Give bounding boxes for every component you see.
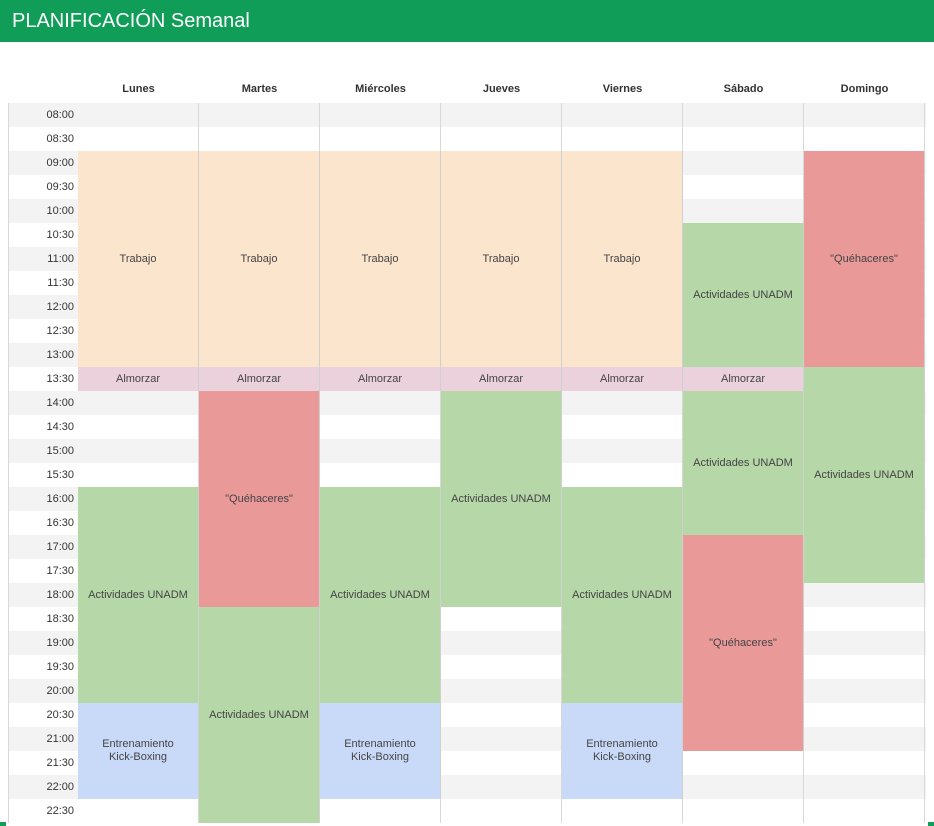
day-header-6: Domingo <box>840 83 889 95</box>
day-header-2: Miércoles <box>355 83 406 95</box>
time-label: 13:00 <box>46 349 74 361</box>
event-block-trabajo[interactable]: Trabajo <box>441 151 562 367</box>
event-block-actividades[interactable]: Actividades UNADM <box>562 487 683 703</box>
event-block-actividades[interactable]: Actividades UNADM <box>683 223 804 367</box>
event-label: Almorzar <box>720 372 765 385</box>
event-block-actividades[interactable]: Actividades UNADM <box>804 367 925 583</box>
day-header-5: Sábado <box>723 83 764 95</box>
time-label: 09:00 <box>46 157 74 169</box>
bottom-accent-bar <box>0 822 934 826</box>
time-label: 08:30 <box>46 133 74 145</box>
column-divider <box>8 103 9 823</box>
day-header-1: Martes <box>241 83 278 95</box>
event-label: "Quéhaceres" <box>830 252 898 265</box>
event-label: Almorzar <box>236 372 281 385</box>
event-block-quehaceres[interactable]: "Quéhaceres" <box>804 151 925 367</box>
time-label: 18:00 <box>46 589 74 601</box>
event-block-actividades[interactable]: Actividades UNADM <box>320 487 441 703</box>
event-label: Actividades UNADM <box>693 456 793 469</box>
bottom-accent-tick <box>0 822 6 826</box>
event-block-almorzar[interactable]: Almorzar <box>683 367 804 391</box>
event-block-trabajo[interactable]: Trabajo <box>78 151 199 367</box>
event-label: Entrenamiento Kick-Boxing <box>586 738 658 763</box>
time-label: 09:30 <box>46 181 74 193</box>
bottom-accent-tick <box>928 822 934 826</box>
event-block-almorzar[interactable]: Almorzar <box>441 367 562 391</box>
event-label: Actividades UNADM <box>572 588 672 601</box>
time-row <box>8 799 926 823</box>
time-label: 21:00 <box>46 733 74 745</box>
time-label: 22:30 <box>46 805 74 817</box>
time-label: 14:00 <box>46 397 74 409</box>
time-label: 13:30 <box>46 373 74 385</box>
time-label: 16:00 <box>46 493 74 505</box>
event-block-entrenamiento[interactable]: Entrenamiento Kick-Boxing <box>78 703 199 799</box>
event-block-trabajo[interactable]: Trabajo <box>320 151 441 367</box>
event-label: Actividades UNADM <box>88 588 188 601</box>
time-label: 15:00 <box>46 445 74 457</box>
day-header-3: Jueves <box>482 83 521 95</box>
event-block-actividades[interactable]: Actividades UNADM <box>683 391 804 535</box>
event-block-trabajo[interactable]: Trabajo <box>562 151 683 367</box>
event-block-actividades[interactable]: Actividades UNADM <box>78 487 199 703</box>
event-block-actividades[interactable]: Actividades UNADM <box>441 391 562 607</box>
time-label: 17:00 <box>46 541 74 553</box>
weekly-schedule-grid: 08:00 08:30 09:00 09:30 10:00 10:30 11:00 11:30… <box>8 76 926 826</box>
event-block-quehaceres[interactable]: "Quéhaceres" <box>683 535 804 751</box>
time-label: 16:30 <box>46 517 74 529</box>
event-label: Actividades UNADM <box>330 588 430 601</box>
time-label: 17:30 <box>46 565 74 577</box>
event-label: Trabajo <box>482 252 520 265</box>
event-label: Almorzar <box>115 372 160 385</box>
event-label: Almorzar <box>357 372 402 385</box>
event-label: Trabajo <box>361 252 399 265</box>
event-label: Trabajo <box>119 252 157 265</box>
time-label: 18:30 <box>46 613 74 625</box>
page-title: PLANIFICACIÓN Semanal <box>0 0 934 42</box>
event-label: Actividades UNADM <box>693 288 793 301</box>
event-label: Trabajo <box>603 252 641 265</box>
time-label: 21:30 <box>46 757 74 769</box>
event-label: Almorzar <box>599 372 644 385</box>
event-block-almorzar[interactable]: Almorzar <box>320 367 441 391</box>
event-block-trabajo[interactable]: Trabajo <box>199 151 320 367</box>
event-label: Actividades UNADM <box>451 492 551 505</box>
day-header-0: Lunes <box>122 83 155 95</box>
time-label: 19:00 <box>46 637 74 649</box>
time-label: 22:00 <box>46 781 74 793</box>
time-label: 20:00 <box>46 685 74 697</box>
event-label: Entrenamiento Kick-Boxing <box>344 738 416 763</box>
event-label: "Quéhaceres" <box>225 492 293 505</box>
event-label: Actividades UNADM <box>814 468 914 481</box>
time-label: 10:30 <box>46 229 74 241</box>
event-label: "Quéhaceres" <box>709 636 777 649</box>
event-label: Entrenamiento Kick-Boxing <box>102 738 174 763</box>
time-label: 12:30 <box>46 325 74 337</box>
time-label: 11:30 <box>47 277 74 289</box>
event-label: Trabajo <box>240 252 278 265</box>
time-row <box>8 103 926 127</box>
time-label: 08:00 <box>46 109 74 121</box>
day-header-4: Viernes <box>602 83 643 95</box>
time-label: 15:30 <box>46 469 74 481</box>
event-label: Actividades UNADM <box>209 708 309 721</box>
event-block-entrenamiento[interactable]: Entrenamiento Kick-Boxing <box>562 703 683 799</box>
time-label: 20:30 <box>46 709 74 721</box>
event-block-actividades[interactable]: Actividades UNADM <box>199 607 320 823</box>
time-label: 12:00 <box>46 301 74 313</box>
event-block-almorzar[interactable]: Almorzar <box>562 367 683 391</box>
event-block-entrenamiento[interactable]: Entrenamiento Kick-Boxing <box>320 703 441 799</box>
time-label: 19:30 <box>46 661 74 673</box>
time-row <box>8 127 926 151</box>
time-label: 11:00 <box>47 253 74 265</box>
event-block-quehaceres[interactable]: "Quéhaceres" <box>199 391 320 607</box>
event-label: Almorzar <box>478 372 523 385</box>
event-block-almorzar[interactable]: Almorzar <box>78 367 199 391</box>
time-label: 14:30 <box>46 421 74 433</box>
event-block-almorzar[interactable]: Almorzar <box>199 367 320 391</box>
time-label: 10:00 <box>46 205 74 217</box>
